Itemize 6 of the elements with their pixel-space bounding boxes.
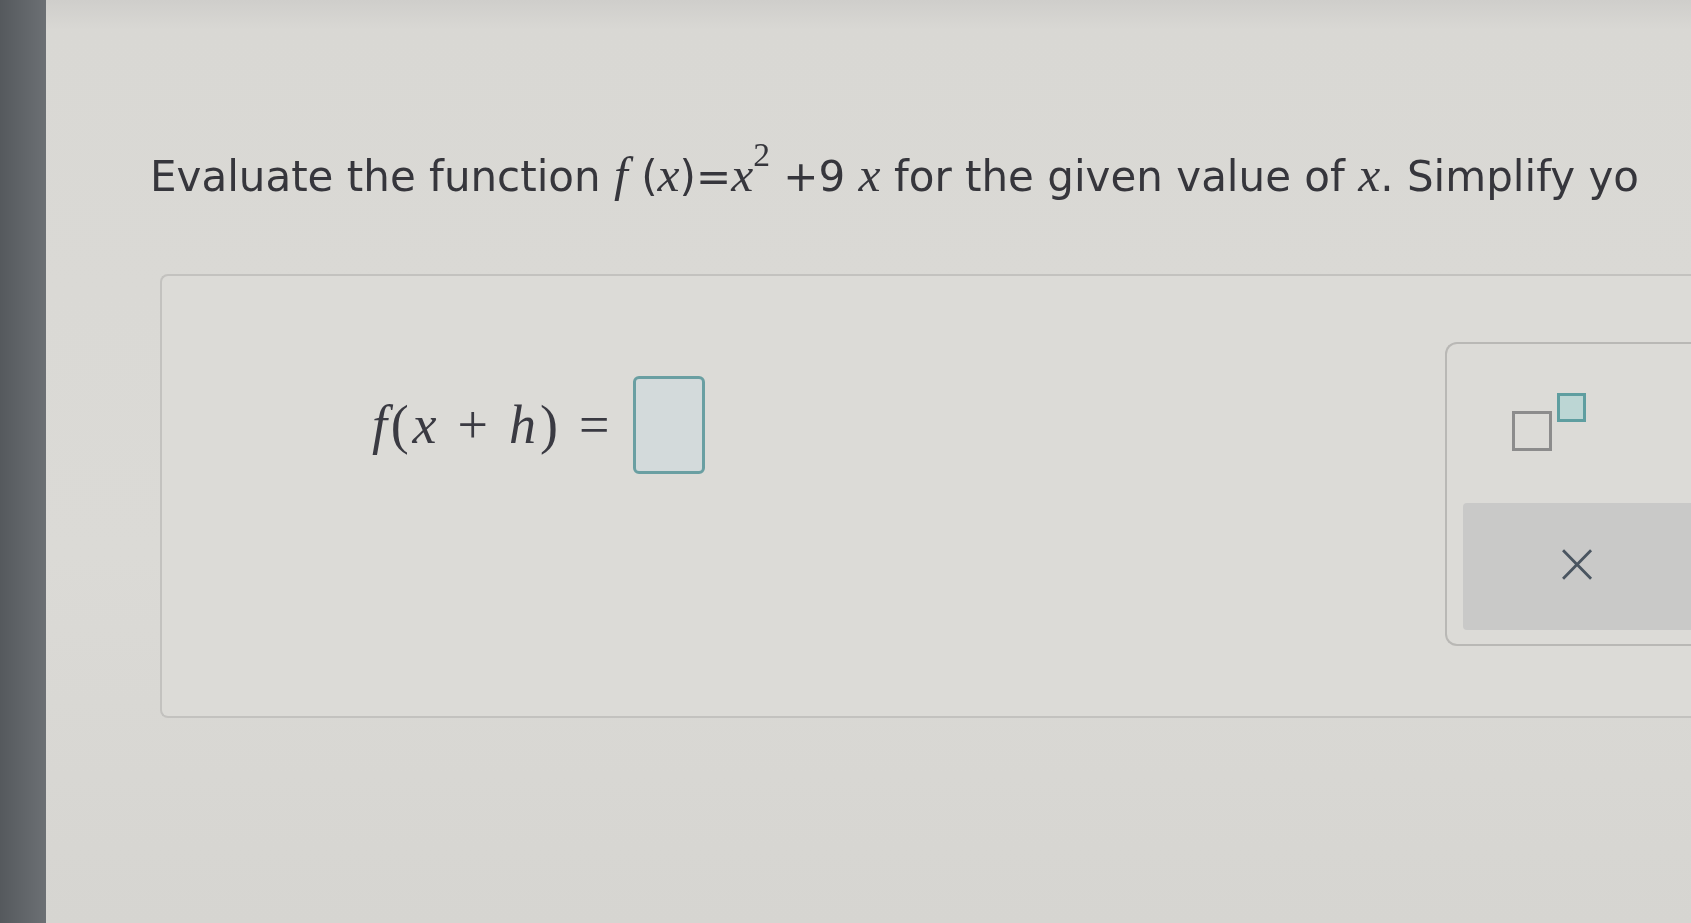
exponent-button[interactable]: [1512, 393, 1586, 451]
answer-field[interactable]: [633, 376, 706, 474]
equation-label: f(x + h) =: [372, 394, 614, 456]
exponent-icon: [1512, 393, 1586, 451]
question-text: Evaluate the function f (x)=x$^{2}$ +9 x for the given value of x. Simplify yo: [150, 146, 1639, 204]
clear-button[interactable]: ×: [1463, 503, 1691, 630]
